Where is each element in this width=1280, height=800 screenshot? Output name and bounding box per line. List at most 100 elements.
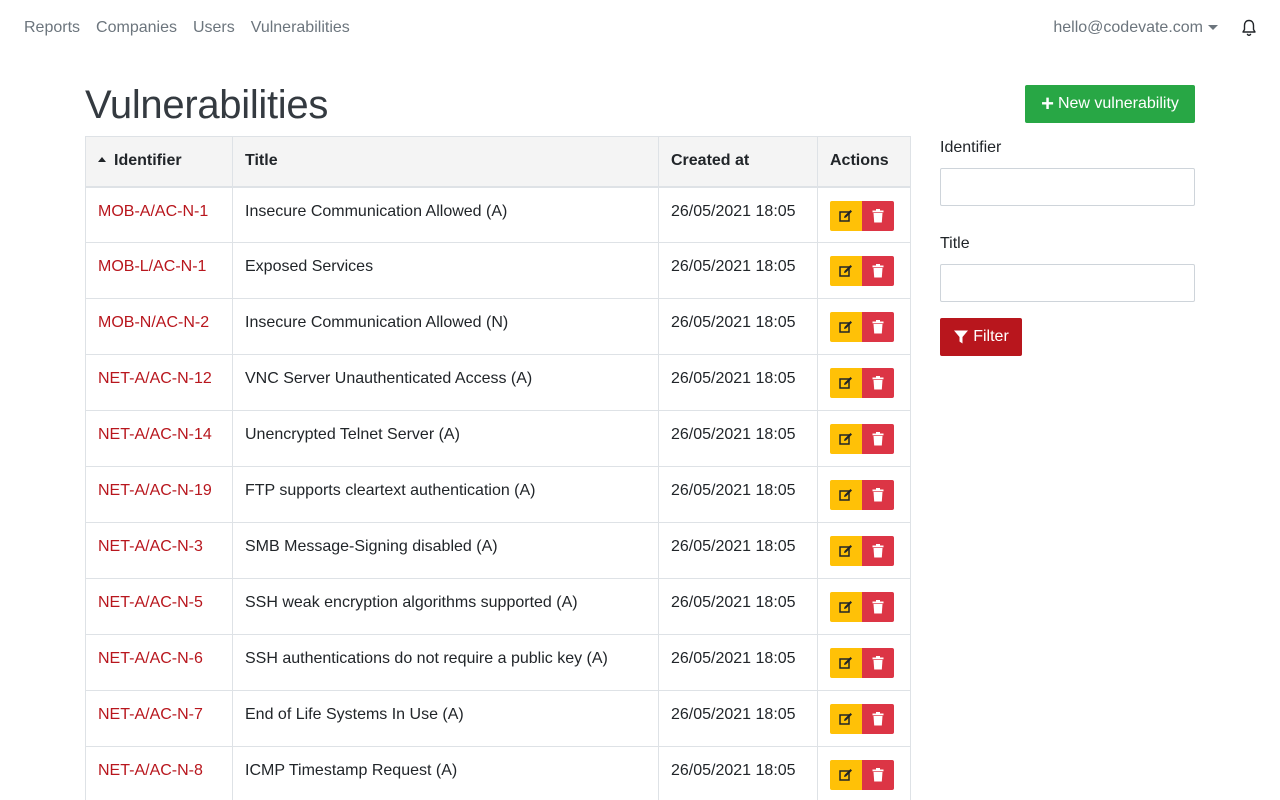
- table-body: MOB-A/AC-N-1 Insecure Communication Allow…: [85, 186, 911, 800]
- new-vulnerability-label: New vulnerability: [1057, 95, 1179, 112]
- row-actions: [830, 256, 898, 286]
- edit-button[interactable]: [830, 480, 862, 510]
- user-menu-dropdown[interactable]: hello@codevate.com: [1053, 18, 1218, 38]
- title-filter-group: Title: [940, 234, 1195, 302]
- cell-title: SSH weak encryption algorithms supported…: [232, 578, 659, 635]
- trash-icon: [872, 376, 884, 390]
- edit-icon: [839, 544, 853, 558]
- vulnerabilities-table: Identifier Title Created at Actions MOB-…: [85, 136, 911, 800]
- delete-button[interactable]: [862, 704, 894, 734]
- delete-button[interactable]: [862, 200, 894, 231]
- table-row: NET-A/AC-N-19 FTP supports cleartext auth…: [85, 466, 911, 523]
- column-header-actions: Actions: [817, 136, 911, 188]
- identifier-link[interactable]: MOB-N/AC-N-2: [98, 314, 209, 331]
- delete-button[interactable]: [862, 536, 894, 566]
- identifier-link[interactable]: NET-A/AC-N-14: [98, 426, 212, 443]
- cell-identifier: NET-A/AC-N-7: [85, 690, 233, 747]
- cell-actions: [817, 578, 911, 635]
- edit-button[interactable]: [830, 760, 862, 790]
- row-actions: [830, 312, 898, 342]
- trash-icon: [872, 320, 884, 334]
- new-vulnerability-button[interactable]: + New vulnerability: [1025, 85, 1195, 123]
- cell-created-at: 26/05/2021 18:05: [658, 578, 818, 635]
- cell-created-at: 26/05/2021 18:05: [658, 242, 818, 299]
- edit-button[interactable]: [830, 592, 862, 622]
- row-actions: [830, 424, 898, 454]
- row-actions: [830, 760, 898, 790]
- row-actions: [830, 368, 898, 398]
- cell-actions: [817, 354, 911, 411]
- cell-identifier: NET-A/AC-N-12: [85, 354, 233, 411]
- edit-button[interactable]: [830, 424, 862, 454]
- nav-link-users[interactable]: Users: [193, 18, 235, 38]
- sort-ascending-icon: [98, 157, 106, 163]
- cell-created-at: 26/05/2021 18:05: [658, 690, 818, 747]
- cell-actions: [817, 298, 911, 355]
- trash-icon: [872, 208, 884, 223]
- cell-identifier: NET-A/AC-N-5: [85, 578, 233, 635]
- nav-link-reports[interactable]: Reports: [24, 18, 80, 38]
- filter-button-label: Filter: [973, 328, 1009, 345]
- cell-created-at: 26/05/2021 18:05: [658, 466, 818, 523]
- edit-button[interactable]: [830, 704, 862, 734]
- delete-button[interactable]: [862, 592, 894, 622]
- cell-identifier: MOB-N/AC-N-2: [85, 298, 233, 355]
- column-header-title: Title: [232, 136, 659, 188]
- delete-button[interactable]: [862, 648, 894, 678]
- identifier-link[interactable]: NET-A/AC-N-19: [98, 482, 212, 499]
- table-header: Identifier Title Created at Actions: [85, 136, 911, 188]
- trash-icon: [872, 768, 884, 782]
- identifier-link[interactable]: NET-A/AC-N-5: [98, 594, 203, 611]
- identifier-link[interactable]: MOB-A/AC-N-1: [98, 203, 208, 220]
- delete-button[interactable]: [862, 480, 894, 510]
- identifier-link[interactable]: NET-A/AC-N-6: [98, 650, 203, 667]
- identifier-link[interactable]: NET-A/AC-N-7: [98, 706, 203, 723]
- table-row: MOB-L/AC-N-1 Exposed Services 26/05/2021 1…: [85, 242, 911, 299]
- table-row: NET-A/AC-N-14 Unencrypted Telnet Server (…: [85, 410, 911, 467]
- filter-button[interactable]: Filter: [940, 318, 1022, 356]
- edit-icon: [839, 768, 853, 782]
- row-actions: [830, 704, 898, 734]
- delete-button[interactable]: [862, 312, 894, 342]
- row-actions: [830, 648, 898, 678]
- edit-icon: [839, 209, 853, 223]
- cell-actions: [817, 690, 911, 747]
- edit-button[interactable]: [830, 312, 862, 342]
- top-navbar: Reports Companies Users Vulnerabilities …: [0, 0, 1280, 56]
- edit-button[interactable]: [830, 368, 862, 398]
- nav-link-companies[interactable]: Companies: [96, 18, 177, 38]
- edit-button[interactable]: [830, 536, 862, 566]
- cell-created-at: 26/05/2021 18:05: [658, 186, 818, 243]
- cell-created-at: 26/05/2021 18:05: [658, 746, 818, 800]
- trash-icon: [872, 432, 884, 446]
- title-filter-input[interactable]: [940, 264, 1195, 302]
- identifier-link[interactable]: NET-A/AC-N-12: [98, 370, 212, 387]
- cell-identifier: NET-A/AC-N-3: [85, 522, 233, 579]
- identifier-link[interactable]: MOB-L/AC-N-1: [98, 258, 206, 275]
- edit-button[interactable]: [830, 256, 862, 286]
- column-header-identifier[interactable]: Identifier: [85, 136, 233, 188]
- identifier-link[interactable]: NET-A/AC-N-8: [98, 762, 203, 779]
- cell-title: SMB Message-Signing disabled (A): [232, 522, 659, 579]
- delete-button[interactable]: [862, 424, 894, 454]
- cell-actions: [817, 634, 911, 691]
- cell-title: Insecure Communication Allowed (A): [232, 186, 659, 243]
- column-header-created-at: Created at: [658, 136, 818, 188]
- cell-identifier: MOB-A/AC-N-1: [85, 186, 233, 243]
- edit-button[interactable]: [830, 648, 862, 678]
- cell-title: End of Life Systems In Use (A): [232, 690, 659, 747]
- row-actions: [830, 480, 898, 510]
- delete-button[interactable]: [862, 760, 894, 790]
- delete-button[interactable]: [862, 256, 894, 286]
- bell-icon[interactable]: [1240, 18, 1258, 38]
- table-row: MOB-A/AC-N-1 Insecure Communication Allow…: [85, 186, 911, 243]
- table-row: NET-A/AC-N-3 SMB Message-Signing disabled…: [85, 522, 911, 579]
- cell-identifier: MOB-L/AC-N-1: [85, 242, 233, 299]
- identifier-link[interactable]: NET-A/AC-N-3: [98, 538, 203, 555]
- identifier-filter-group: Identifier: [940, 138, 1195, 206]
- nav-link-vulnerabilities[interactable]: Vulnerabilities: [251, 18, 350, 38]
- cell-actions: [817, 186, 911, 243]
- edit-button[interactable]: [830, 200, 862, 231]
- delete-button[interactable]: [862, 368, 894, 398]
- identifier-filter-input[interactable]: [940, 168, 1195, 206]
